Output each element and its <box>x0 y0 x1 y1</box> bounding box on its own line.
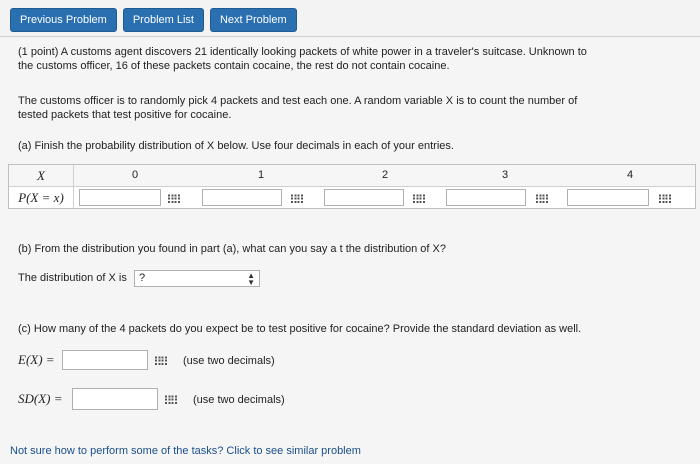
equation-editor-icon[interactable] <box>165 394 177 404</box>
ex-label: E(X) = <box>18 352 55 367</box>
x-value-4: 4 <box>626 169 634 181</box>
x-value-3: 3 <box>501 169 509 181</box>
equation-editor-icon[interactable] <box>168 193 180 203</box>
x-value-1: 1 <box>257 169 265 181</box>
problem-para2-line1: The customs officer is to randomly pick … <box>18 95 578 107</box>
part-a-prompt: (a) Finish the probability distribution … <box>18 140 454 152</box>
x-header: X <box>9 165 74 186</box>
sd-hint: (use two decimals) <box>193 394 285 406</box>
problem-panel: (1 point) A customs agent discovers 21 i… <box>0 36 700 464</box>
similar-problem-link[interactable]: Not sure how to perform some of the task… <box>10 444 361 458</box>
p-input-3[interactable] <box>446 189 526 206</box>
select-arrows-icon: ▲ ▼ <box>247 271 255 287</box>
equation-editor-icon[interactable] <box>413 193 425 203</box>
problem-list-button[interactable]: Problem List <box>122 8 204 32</box>
problem-nav: Previous Problem Problem List Next Probl… <box>10 8 297 32</box>
sd-input[interactable] <box>72 388 158 410</box>
distribution-select-value: ? <box>139 272 146 284</box>
sd-label: SD(X) = <box>18 391 63 406</box>
p-input-1[interactable] <box>202 189 282 206</box>
distribution-select[interactable]: ? ▲ ▼ <box>134 270 260 287</box>
part-b-prompt: (b) From the distribution you found in p… <box>18 243 446 255</box>
p-input-2[interactable] <box>324 189 404 206</box>
table-row-x: X 0 1 2 3 4 <box>9 165 695 187</box>
ex-input[interactable] <box>62 350 148 370</box>
x-value-2: 2 <box>381 169 389 181</box>
equation-editor-icon[interactable] <box>659 193 671 203</box>
distribution-label: The distribution of X is <box>18 272 127 284</box>
table-row-p: P(X = x) <box>9 187 695 208</box>
problem-intro-line2: the customs officer, 16 of these packets… <box>18 60 450 72</box>
previous-problem-button[interactable]: Previous Problem <box>10 8 117 32</box>
equation-editor-icon[interactable] <box>155 355 167 365</box>
p-header: P(X = x) <box>9 187 74 208</box>
part-c-prompt: (c) How many of the 4 packets do you exp… <box>18 323 582 335</box>
equation-editor-icon[interactable] <box>536 193 548 203</box>
equation-editor-icon[interactable] <box>291 193 303 203</box>
next-problem-button[interactable]: Next Problem <box>209 8 297 32</box>
problem-intro-line1: (1 point) A customs agent discovers 21 i… <box>18 46 587 58</box>
distribution-table: X 0 1 2 3 4 P(X = x) <box>8 164 696 209</box>
problem-para2-line2: tested packets that test positive for co… <box>18 109 232 121</box>
p-input-4[interactable] <box>567 189 649 206</box>
p-input-0[interactable] <box>79 189 161 206</box>
ex-hint: (use two decimals) <box>183 355 275 367</box>
x-value-0: 0 <box>131 169 139 181</box>
